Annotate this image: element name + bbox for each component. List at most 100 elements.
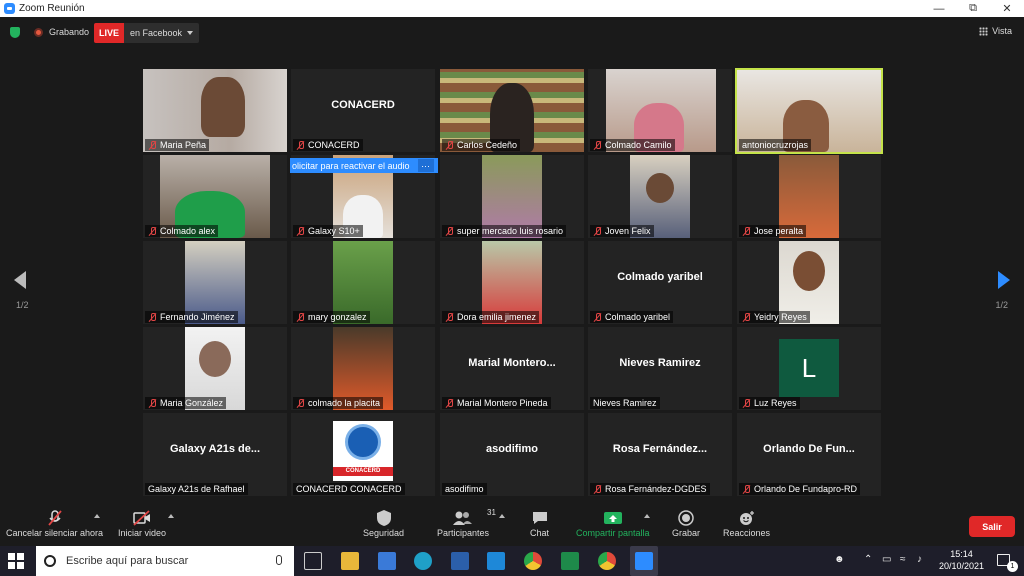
live-destination-dropdown[interactable]: en Facebook bbox=[124, 23, 200, 43]
people-icon[interactable]: ☻ bbox=[834, 554, 845, 565]
participant-name-tag: Fernando Jiménez bbox=[145, 311, 238, 323]
windows-taskbar: Escribe aquí para buscar ☻ ⌃ ▭ ≈ ♪ 15:14… bbox=[0, 546, 1024, 576]
more-options-icon[interactable]: ··· bbox=[417, 159, 434, 172]
participant-name-tag: Jose peralta bbox=[739, 225, 807, 237]
record-button[interactable]: Grabar bbox=[672, 508, 700, 538]
participant-tile[interactable]: mary gonzalez bbox=[291, 241, 435, 324]
participant-name-tag: CONACERD CONACERD bbox=[293, 483, 405, 495]
video-options-caret[interactable] bbox=[168, 514, 174, 518]
restore-icon[interactable]: ⧉ bbox=[956, 0, 990, 17]
window-title: Zoom Reunión bbox=[19, 3, 85, 14]
participant-tile[interactable]: Joven Felix bbox=[588, 155, 732, 238]
participants-options-caret[interactable] bbox=[499, 514, 505, 518]
edge-browser-icon[interactable] bbox=[414, 552, 432, 570]
battery-icon[interactable]: ▭ bbox=[882, 554, 891, 565]
participant-name-tag: Maria González bbox=[145, 397, 227, 409]
leave-button[interactable]: Salir bbox=[969, 516, 1015, 537]
word-icon[interactable] bbox=[451, 552, 469, 570]
participant-name-tag: antoniocruzrojas bbox=[739, 139, 812, 151]
participant-display-name: asodifimo bbox=[486, 443, 538, 455]
reactions-button[interactable]: Reacciones bbox=[723, 508, 770, 538]
ask-to-unmute-popup[interactable]: olicitar para reactivar el audio ··· bbox=[290, 158, 438, 173]
globe-icon bbox=[345, 424, 381, 460]
participant-tile-active-speaker[interactable]: antoniocruzrojas bbox=[735, 68, 883, 154]
participants-button[interactable]: 31 Participantes bbox=[437, 508, 496, 538]
participant-tile[interactable]: Maria González bbox=[143, 327, 287, 410]
participant-tile[interactable]: colmado la placita bbox=[291, 327, 435, 410]
participant-tile[interactable]: Dora emilia jimenez bbox=[440, 241, 584, 324]
chrome-profile-icon[interactable] bbox=[598, 552, 616, 570]
muted-mic-icon bbox=[593, 140, 602, 150]
audio-options-caret[interactable] bbox=[94, 514, 100, 518]
mail-icon[interactable] bbox=[487, 552, 505, 570]
taskbar-search-box[interactable]: Escribe aquí para buscar bbox=[36, 546, 294, 576]
participant-display-name: Rosa Fernández... bbox=[612, 443, 708, 455]
participant-tile[interactable]: Jose peralta bbox=[737, 155, 881, 238]
participant-figure bbox=[646, 173, 674, 203]
participant-tile[interactable]: L Luz Reyes bbox=[737, 327, 881, 410]
network-icon[interactable]: ≈ bbox=[900, 554, 906, 565]
participant-tile[interactable]: Galaxy A21s de... Galaxy A21s de Rafhael bbox=[143, 413, 287, 496]
windows-start-icon[interactable] bbox=[8, 553, 24, 569]
start-video-button[interactable]: Iniciar video bbox=[118, 508, 166, 538]
next-page-icon[interactable] bbox=[998, 271, 1010, 289]
smiley-icon bbox=[738, 508, 756, 528]
minimize-icon[interactable]: — bbox=[922, 0, 956, 17]
muted-mic-icon bbox=[148, 226, 157, 236]
participant-tile[interactable]: Colmado Camilo bbox=[588, 69, 732, 152]
participant-tile[interactable]: Carlos Cedeño bbox=[440, 69, 584, 152]
share-screen-button[interactable]: Compartir pantalla bbox=[576, 508, 650, 538]
participant-tile[interactable]: Colmado alex bbox=[143, 155, 287, 238]
participant-tile[interactable]: Orlando De Fun... Orlando De Fundapro-RD bbox=[737, 413, 881, 496]
muted-mic-icon bbox=[296, 312, 305, 322]
participant-tile[interactable]: super mercado luis rosario bbox=[440, 155, 584, 238]
meeting-topbar: Grabando LIVE en Facebook Vista bbox=[0, 17, 1024, 49]
microphone-icon[interactable] bbox=[276, 555, 282, 565]
chevron-up-icon[interactable]: ⌃ bbox=[864, 554, 872, 565]
participant-name-tag: colmado la placita bbox=[293, 397, 384, 409]
participant-name-tag: mary gonzalez bbox=[293, 311, 370, 323]
participant-name-tag: super mercado luis rosario bbox=[442, 225, 567, 237]
window-titlebar: Zoom Reunión — ⧉ ✕ bbox=[0, 0, 1024, 17]
close-icon[interactable]: ✕ bbox=[990, 0, 1024, 17]
task-view-icon[interactable] bbox=[304, 552, 322, 570]
excel-icon[interactable] bbox=[561, 552, 579, 570]
clock-time: 15:14 bbox=[950, 549, 973, 559]
meeting-toolbar: Cancelar silenciar ahora Iniciar video S… bbox=[0, 502, 1024, 546]
participant-name-tag: Maria Peña bbox=[145, 139, 210, 151]
participant-tile[interactable]: Fernando Jiménez bbox=[143, 241, 287, 324]
participant-display-name: Galaxy A21s de... bbox=[169, 443, 261, 455]
live-destination-label: en Facebook bbox=[130, 28, 183, 38]
muted-mic-icon bbox=[445, 140, 454, 150]
participant-tile[interactable]: Rosa Fernández... Rosa Fernández-DGDES bbox=[588, 413, 732, 496]
security-button[interactable]: Seguridad bbox=[363, 508, 404, 538]
view-button[interactable]: Vista bbox=[979, 26, 1012, 36]
file-explorer-icon[interactable] bbox=[341, 552, 359, 570]
taskbar-clock[interactable]: 15:14 20/10/2021 bbox=[939, 548, 984, 572]
participant-name-tag: Luz Reyes bbox=[739, 397, 800, 409]
ask-to-unmute-label[interactable]: olicitar para reactivar el audio bbox=[292, 161, 410, 171]
encryption-shield-icon[interactable] bbox=[10, 27, 20, 38]
participant-tile[interactable]: asodifimo asodifimo bbox=[440, 413, 584, 496]
zoom-app-icon bbox=[4, 3, 15, 14]
participant-tile[interactable]: Marial Montero... Marial Montero Pineda bbox=[440, 327, 584, 410]
chrome-icon[interactable] bbox=[524, 552, 542, 570]
participant-tile[interactable]: Yeidry Reyes bbox=[737, 241, 881, 324]
participant-figure bbox=[201, 77, 245, 137]
participants-icon: 31 bbox=[452, 508, 496, 528]
zoom-app-icon[interactable] bbox=[635, 552, 653, 570]
previous-page-icon[interactable] bbox=[14, 271, 26, 289]
chat-button[interactable]: Chat bbox=[530, 508, 549, 538]
participant-tile[interactable]: CONACERD CONACERD bbox=[291, 69, 435, 152]
participant-tile[interactable]: Nieves Ramirez Nieves Ramirez bbox=[588, 327, 732, 410]
participant-tile[interactable]: Maria Peña bbox=[143, 69, 287, 152]
participant-display-name: Marial Montero... bbox=[468, 357, 556, 369]
live-stream-indicator[interactable]: LIVE en Facebook bbox=[94, 23, 200, 43]
store-icon[interactable] bbox=[378, 552, 396, 570]
share-options-caret[interactable] bbox=[644, 514, 650, 518]
unmute-button[interactable]: Cancelar silenciar ahora bbox=[6, 508, 103, 538]
volume-icon[interactable]: ♪ bbox=[917, 554, 922, 565]
participant-tile[interactable]: CONACERD CONACERD CONACERD bbox=[291, 413, 435, 496]
participant-tile[interactable]: Colmado yaribel Colmado yaribel bbox=[588, 241, 732, 324]
muted-mic-icon bbox=[296, 226, 305, 236]
